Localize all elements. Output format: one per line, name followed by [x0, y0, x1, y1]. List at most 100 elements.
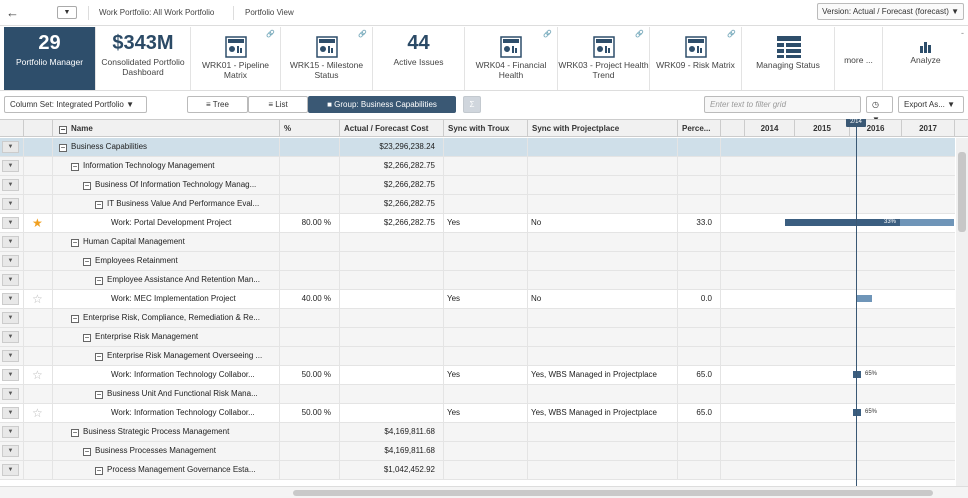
collapse-icon[interactable]: −	[95, 277, 103, 285]
version-select[interactable]: Version: Actual / Forecast (forecast) ▼	[817, 3, 964, 20]
column-set-select[interactable]: Column Set: Integrated Portfolio ▼	[4, 96, 147, 113]
group-row[interactable]: ▼ − Information Technology Management $2,26…	[0, 157, 955, 176]
horizontal-scroll-thumb[interactable]	[293, 490, 933, 496]
table-row[interactable]: ▼ ☆ Work: Information Technology Collabor.…	[0, 404, 955, 423]
name-cell[interactable]: − Human Capital Management	[53, 233, 280, 251]
collapse-icon[interactable]: −	[95, 467, 103, 475]
group-row[interactable]: ▼ − Business Unit And Functional Risk Mana…	[0, 385, 955, 404]
star-empty-icon[interactable]: ☆	[32, 368, 43, 382]
name-cell[interactable]: − Enterprise Risk, Compliance, Remediatio…	[53, 309, 280, 327]
group-row[interactable]: ▼ − Enterprise Risk, Compliance, Remediati…	[0, 309, 955, 328]
tile-more[interactable]: more ...	[835, 27, 883, 90]
collapse-icon[interactable]: −	[83, 334, 91, 342]
name-cell[interactable]: − Employee Assistance And Retention Man..…	[53, 271, 280, 289]
collapse-icon[interactable]: −	[59, 144, 67, 152]
name-cell[interactable]: − Information Technology Management	[53, 157, 280, 175]
tile-wrk03[interactable]: 🔗 WRK03 - Project Health Trend	[558, 27, 650, 90]
group-row[interactable]: ▼ − Employee Assistance And Retention Man.…	[0, 271, 955, 290]
table-row[interactable]: ▼ ☆ Work: Information Technology Collabor.…	[0, 366, 955, 385]
collapse-all-icon[interactable]: −	[59, 126, 67, 134]
collapse-icon[interactable]: −	[71, 315, 79, 323]
header-name[interactable]: − Name	[53, 120, 280, 137]
star-empty-icon[interactable]: ☆	[32, 406, 43, 420]
group-row[interactable]: ▼ − Enterprise Risk Management Overseeing …	[0, 347, 955, 366]
name-cell[interactable]: − Business Unit And Functional Risk Mana.…	[53, 385, 280, 403]
name-cell[interactable]: − Process Management Governance Esta...	[53, 461, 280, 479]
vertical-scroll-thumb[interactable]	[958, 152, 966, 232]
collapse-icon[interactable]: -	[961, 28, 964, 38]
group-row[interactable]: ▼ − Employees Retainment	[0, 252, 955, 271]
name-cell[interactable]: − Business Capabilities	[53, 138, 280, 156]
filter-input[interactable]: Enter text to filter grid	[704, 96, 861, 113]
gantt-bar[interactable]	[853, 371, 861, 378]
table-row[interactable]: ▼ ☆ Work: MEC Implementation Project 40.00 …	[0, 290, 955, 309]
star-filled-icon[interactable]: ★	[32, 216, 43, 230]
portfolio-view-label[interactable]: Portfolio View	[245, 8, 294, 17]
header-cost[interactable]: Actual / Forecast Cost	[340, 120, 444, 137]
group-row[interactable]: ▼ − Enterprise Risk Management	[0, 328, 955, 347]
header-sync-troux[interactable]: Sync with Troux	[444, 120, 528, 137]
header-sync-projectplace[interactable]: Sync with Projectplace	[528, 120, 678, 137]
row-menu-cell	[0, 385, 24, 403]
list-view-button[interactable]: ≡ List	[248, 96, 308, 113]
cost-cell	[340, 347, 444, 365]
gantt-bar[interactable]	[785, 219, 900, 226]
clock-dropdown[interactable]: ◷ ▼	[866, 96, 893, 124]
collapse-icon[interactable]: −	[83, 182, 91, 190]
group-row[interactable]: ▼ − Business Of Information Technology Man…	[0, 176, 955, 195]
group-row[interactable]: ▼ − Process Management Governance Esta... $…	[0, 461, 955, 480]
name-cell[interactable]: Work: Information Technology Collabor...	[53, 366, 280, 384]
collapse-icon[interactable]: −	[95, 201, 103, 209]
year-2015: 2015	[795, 120, 850, 137]
back-arrow-icon[interactable]: ←	[6, 5, 19, 20]
star-empty-icon[interactable]: ☆	[32, 292, 43, 306]
vertical-scrollbar[interactable]	[956, 138, 968, 487]
tile-active-issues[interactable]: 44 Active Issues	[373, 27, 465, 90]
collapse-icon[interactable]: −	[71, 163, 79, 171]
cost-cell: $2,266,282.75	[340, 176, 444, 194]
collapse-icon[interactable]: −	[83, 448, 91, 456]
name-cell[interactable]: − Business Of Information Technology Mana…	[53, 176, 280, 194]
name-cell[interactable]: − IT Business Value And Performance Eval.…	[53, 195, 280, 213]
group-button[interactable]: ■ Group: Business Capabilities	[308, 96, 456, 113]
name-cell[interactable]: Work: Information Technology Collabor...	[53, 404, 280, 422]
group-row[interactable]: ▼ − Business Capabilities $23,296,238.24	[0, 138, 955, 157]
gantt-bar[interactable]	[856, 295, 872, 302]
tile-consolidated-dashboard[interactable]: $343M Consolidated Portfolio Dashboard	[96, 27, 191, 90]
tile-portfolio-manager[interactable]: 29 Portfolio Manager	[4, 27, 96, 90]
name-cell[interactable]: − Business Strategic Process Management	[53, 423, 280, 441]
group-row[interactable]: ▼ − IT Business Value And Performance Eval…	[0, 195, 955, 214]
name-cell[interactable]: − Employees Retainment	[53, 252, 280, 270]
export-label: Export As...	[904, 100, 945, 109]
collapse-icon[interactable]: −	[95, 391, 103, 399]
collapse-icon[interactable]: −	[71, 429, 79, 437]
collapse-icon[interactable]: −	[83, 258, 91, 266]
header-percent-complete[interactable]: Perce...	[678, 120, 721, 137]
group-row[interactable]: ▼ − Business Strategic Process Management $…	[0, 423, 955, 442]
name-cell[interactable]: − Business Processes Management	[53, 442, 280, 460]
tree-view-button[interactable]: ≡ Tree	[187, 96, 248, 113]
tile-analyze[interactable]: - Analyze	[883, 27, 968, 90]
name-cell[interactable]: Work: Portal Development Project	[53, 214, 280, 232]
name-cell[interactable]: − Enterprise Risk Management Overseeing .…	[53, 347, 280, 365]
collapse-icon[interactable]: −	[95, 353, 103, 361]
menu-dropdown-button[interactable]: ▼	[57, 6, 77, 19]
name-cell[interactable]: − Enterprise Risk Management	[53, 328, 280, 346]
tile-wrk15[interactable]: 🔗 WRK15 - Milestone Status	[281, 27, 373, 90]
table-row[interactable]: ▼ ★ Work: Portal Development Project 80.00 …	[0, 214, 955, 233]
export-select[interactable]: Export As... ▼	[898, 96, 964, 113]
tile-wrk01[interactable]: 🔗 WRK01 - Pipeline Matrix	[191, 27, 281, 90]
name-cell[interactable]: Work: MEC Implementation Project	[53, 290, 280, 308]
horizontal-scrollbar[interactable]	[0, 486, 968, 498]
gantt-bar[interactable]	[853, 409, 861, 416]
group-row[interactable]: ▼ − Business Processes Management $4,169,81…	[0, 442, 955, 461]
tile-wrk09[interactable]: 🔗 WRK09 - Risk Matrix	[650, 27, 742, 90]
gantt-bar-remaining[interactable]	[900, 219, 954, 226]
group-row[interactable]: ▼ − Human Capital Management	[0, 233, 955, 252]
tile-wrk04[interactable]: 🔗 WRK04 - Financial Health	[465, 27, 558, 90]
tile-managing-status[interactable]: Managing Status	[742, 27, 835, 90]
sigma-button[interactable]: Σ	[463, 96, 481, 113]
header-percent[interactable]: %	[280, 120, 340, 137]
collapse-icon[interactable]: −	[71, 239, 79, 247]
work-portfolio-label[interactable]: Work Portfolio: All Work Portfolio	[99, 8, 214, 17]
